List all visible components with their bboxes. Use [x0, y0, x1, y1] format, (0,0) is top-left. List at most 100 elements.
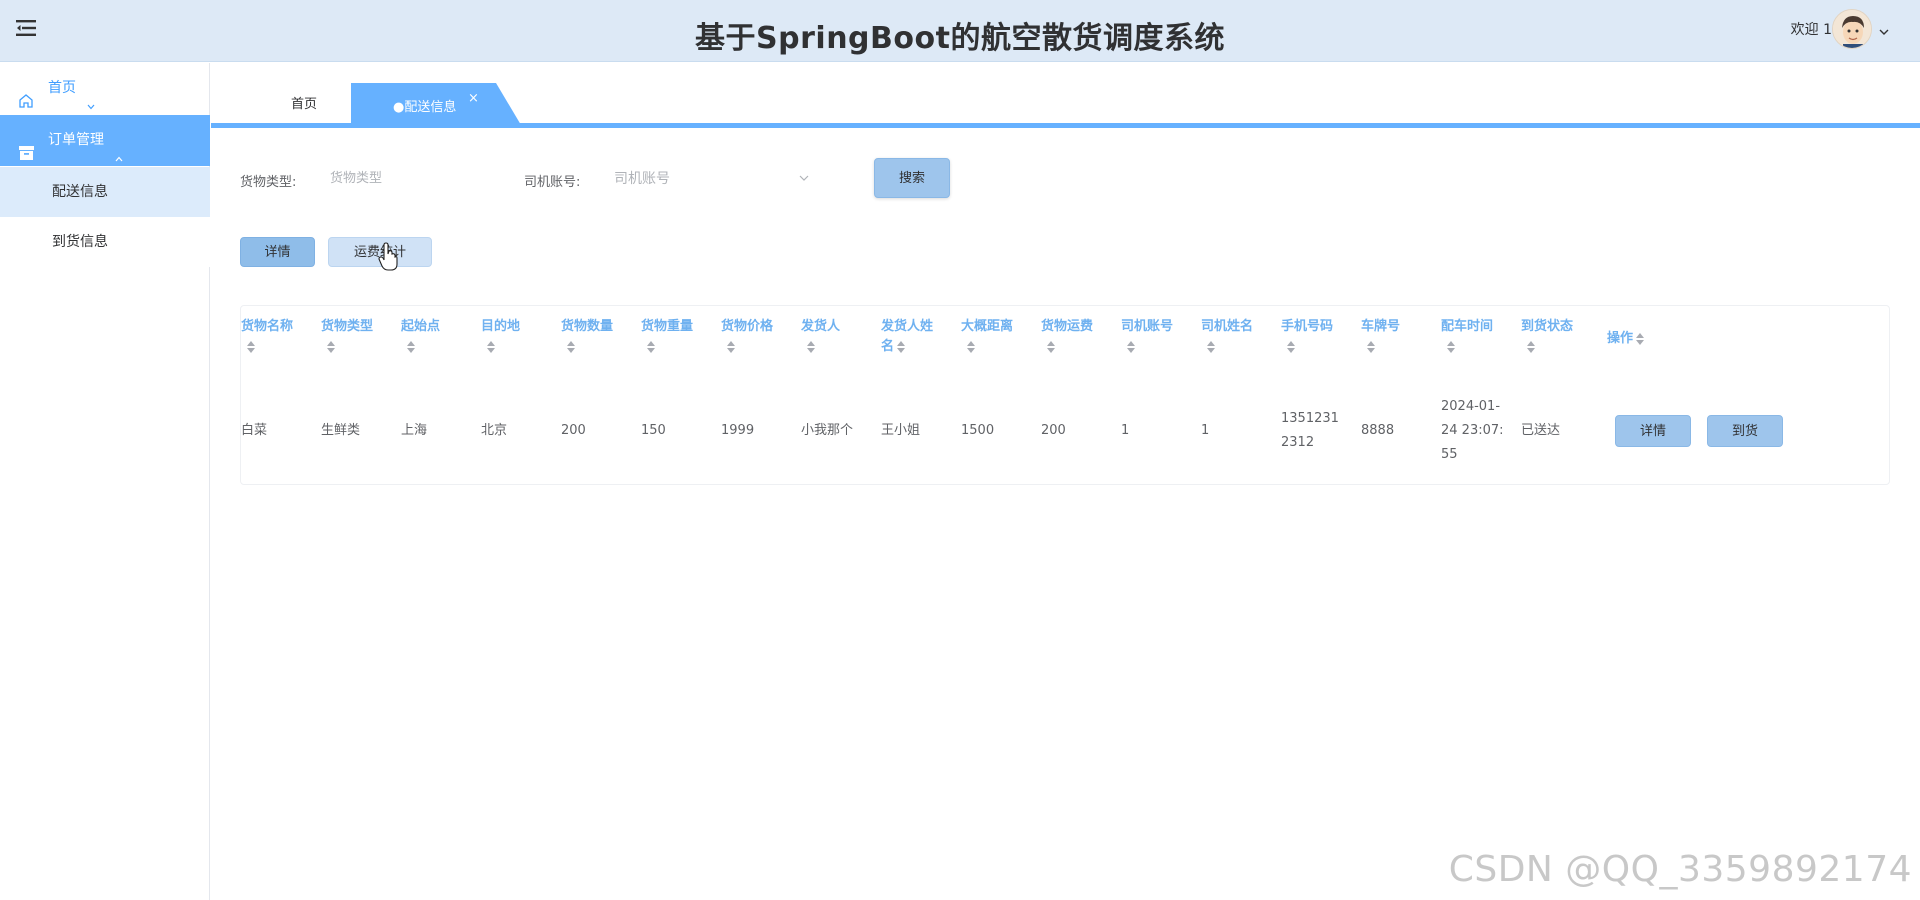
table-cell-text: 200	[561, 423, 586, 438]
table-header-label: 到货状态	[1521, 319, 1574, 334]
sort-icon[interactable]	[1284, 339, 1295, 354]
table-header-cell[interactable]: 货物名称	[241, 317, 313, 357]
table-header-cell[interactable]: 操作	[1607, 329, 1679, 349]
table-header-label: 货物运费	[1041, 319, 1094, 334]
sort-icon[interactable]	[1364, 339, 1375, 354]
table-cell-text: 2312	[1281, 435, 1315, 450]
sort-icon[interactable]	[1444, 339, 1455, 354]
table-header-label: 司机账号	[1121, 319, 1174, 334]
table-header-cell[interactable]: 车牌号	[1361, 317, 1433, 357]
sort-icon[interactable]	[404, 339, 415, 354]
sidebar-item-label: 订单管理	[48, 132, 104, 148]
table-header-cell[interactable]: 货物重量	[641, 317, 713, 357]
hand-cursor-icon	[378, 242, 398, 272]
table-header-label: 名	[881, 339, 895, 354]
tab-underline	[211, 123, 1920, 128]
table-header-label: 货物价格	[721, 319, 774, 334]
table-cell: 王小姐	[881, 419, 953, 443]
sort-icon[interactable]	[324, 339, 335, 354]
table-header-cell[interactable]: 货物类型	[321, 317, 393, 357]
top-header: 基于SpringBoot的航空散货调度系统 欢迎 1	[0, 0, 1920, 62]
table-cell: 北京	[481, 419, 553, 443]
row-arrival-button[interactable]: 到货	[1707, 415, 1783, 447]
sort-icon[interactable]	[724, 339, 735, 354]
table-header-cell[interactable]: 手机号码	[1281, 317, 1353, 357]
sidebar-item-arrival-info[interactable]: 到货信息	[0, 217, 210, 267]
table-header-label: 发货人姓	[881, 319, 934, 334]
sort-icon[interactable]	[1524, 339, 1535, 354]
table-header-cell[interactable]: 货物数量	[561, 317, 633, 357]
watermark: CSDN @QQ_3359892174	[1448, 849, 1912, 890]
sort-icon[interactable]	[484, 339, 495, 354]
table-header-cell[interactable]: 货物价格	[721, 317, 793, 357]
detail-button[interactable]: 详情	[240, 237, 315, 267]
sort-icon[interactable]	[244, 339, 255, 354]
table-cell: 上海	[401, 419, 473, 443]
table-cell-text: 小我那个	[801, 423, 854, 438]
cargo-type-input[interactable]: 货物类型	[330, 163, 480, 195]
sidebar-item-label: 首页	[48, 80, 76, 96]
table-header-label: 货物类型	[321, 319, 374, 334]
sort-icon[interactable]	[1044, 339, 1055, 354]
table-cell-text: 8888	[1361, 423, 1395, 438]
table-cell: 已送达	[1521, 419, 1593, 443]
table-header-cell[interactable]: 目的地	[481, 317, 553, 357]
table-cell: 白菜	[241, 419, 313, 443]
driver-account-placeholder: 司机账号	[614, 171, 670, 187]
sort-icon[interactable]	[644, 339, 655, 354]
driver-account-select[interactable]: 司机账号	[614, 163, 814, 195]
table-cell: 小我那个	[801, 419, 873, 443]
table-cell-text: 150	[641, 423, 666, 438]
table-header-cell[interactable]: 大概距离	[961, 317, 1033, 357]
sidebar-item-home[interactable]: 首页	[0, 63, 210, 113]
close-icon[interactable]: ×	[468, 91, 479, 106]
row-detail-button[interactable]: 详情	[1615, 415, 1691, 447]
table-cell-text: 2024-01-	[1441, 399, 1501, 414]
tab-bar: 首页 ●配送信息 ×	[211, 63, 1920, 128]
sort-icon[interactable]	[894, 339, 906, 354]
table-cell: 200	[561, 419, 633, 443]
table-cell: 1351231 2312	[1281, 407, 1353, 455]
table-header-label: 大概距离	[961, 319, 1014, 334]
tab-label: ●配送信息	[393, 100, 457, 115]
table-cell-text: 55	[1441, 447, 1458, 462]
sort-icon[interactable]	[1633, 331, 1645, 346]
table-cell-text: 生鲜类	[321, 423, 361, 438]
chevron-down-icon[interactable]	[1878, 23, 1890, 35]
sort-icon[interactable]	[964, 339, 975, 354]
table-header-cell[interactable]: 到货状态	[1521, 317, 1593, 357]
sort-icon[interactable]	[804, 339, 815, 354]
sidebar: 首页 订单管理 配送信息 到货信息	[0, 63, 210, 900]
sidebar-item-delivery-info[interactable]: 配送信息	[0, 167, 210, 217]
table-cell-text: 上海	[401, 423, 428, 438]
search-button[interactable]: 搜索	[874, 158, 950, 198]
table-header-cell[interactable]: 配车时间	[1441, 317, 1513, 357]
table-header-cell[interactable]: 发货人姓名	[881, 317, 953, 357]
table-cell: 8888	[1361, 419, 1433, 443]
table-header-cell[interactable]: 司机姓名	[1201, 317, 1273, 357]
table-header-label: 起始点	[401, 319, 441, 334]
table-header-cell[interactable]: 发货人	[801, 317, 873, 357]
table-cell: 1500	[961, 419, 1033, 443]
table-cell-text: 1351231	[1281, 411, 1339, 426]
table-cell-text: 1	[1121, 423, 1130, 438]
table-cell: 1	[1121, 419, 1193, 443]
data-table: 货物名称 货物类型 起始点 目的地 货物数量 货物重量 货物价格 发货人 发货人姓名大概距离 货物…	[240, 305, 1890, 485]
table-header-cell[interactable]: 司机账号	[1121, 317, 1193, 357]
tab-home[interactable]: 首页	[291, 93, 317, 112]
table-cell: 生鲜类	[321, 419, 393, 443]
table-cell: 1999	[721, 419, 793, 443]
sort-icon[interactable]	[1124, 339, 1135, 354]
table-cell-text: 1	[1201, 423, 1210, 438]
table-cell-text: 白菜	[241, 423, 268, 438]
sort-icon[interactable]	[1204, 339, 1215, 354]
sidebar-item-order-management[interactable]: 订单管理	[0, 115, 210, 166]
table-cell-text: 1500	[961, 423, 995, 438]
avatar[interactable]	[1832, 9, 1872, 49]
cargo-type-label: 货物类型:	[240, 175, 297, 190]
tab-delivery-info[interactable]: ●配送信息 ×	[351, 83, 521, 125]
sort-icon[interactable]	[564, 339, 575, 354]
table-header-cell[interactable]: 起始点	[401, 317, 473, 357]
table-header-cell[interactable]: 货物运费	[1041, 317, 1113, 357]
table-cell: 2024-01- 24 23:07: 55	[1441, 395, 1513, 467]
